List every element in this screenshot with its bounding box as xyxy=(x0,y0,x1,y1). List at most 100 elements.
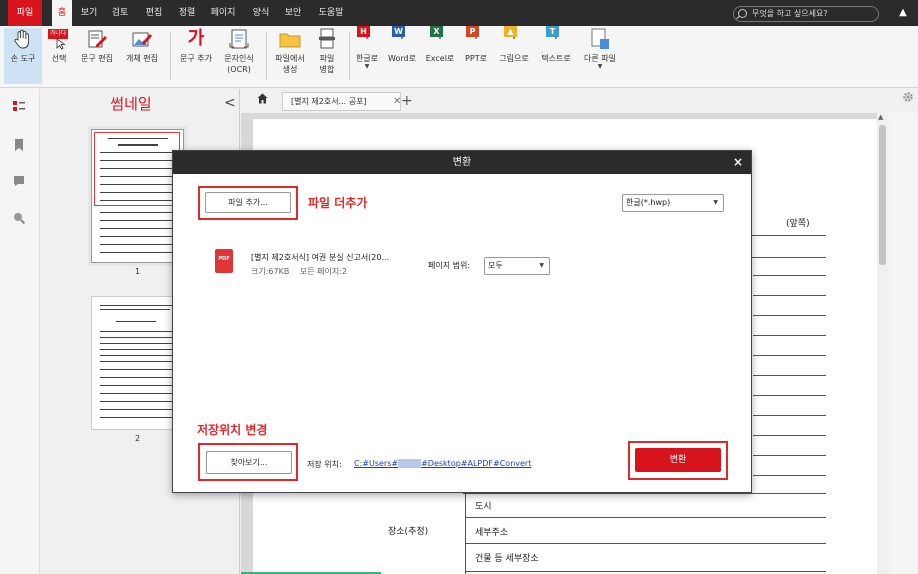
chevron-down-icon: ▼ xyxy=(597,63,603,70)
convert-to-ppt-label: PPT로 xyxy=(465,54,487,63)
add-file-annotation: 파일 더추가 xyxy=(308,196,368,210)
menu-arrange[interactable]: 정렬 xyxy=(175,0,199,26)
save-location-annotation: 저장위치 변경 xyxy=(197,423,268,437)
other-file-icon xyxy=(589,28,611,50)
menu-form[interactable]: 양식 xyxy=(250,0,272,26)
image-icon: ▲ xyxy=(503,26,525,50)
search-placeholder: 무엇을 하고 싶으세요? xyxy=(752,9,828,18)
document-tab[interactable]: [별지 제2호서... 공포] ✕ xyxy=(282,92,401,111)
scroll-up-icon[interactable]: ▲ xyxy=(878,113,883,121)
create-from-file-label-2: 생성 xyxy=(282,65,298,74)
dialog-title: 변환 xyxy=(452,157,472,168)
browse-button[interactable]: 찾아보기... xyxy=(206,451,292,474)
menu-help[interactable]: 도움말 xyxy=(314,0,348,26)
menu-security[interactable]: 보안 xyxy=(282,0,304,26)
convert-to-text-button[interactable]: T 텍스트로 xyxy=(536,26,576,84)
home-icon[interactable] xyxy=(257,93,268,107)
menu-page[interactable]: 페이지 xyxy=(206,0,240,26)
right-side-panel xyxy=(889,113,918,574)
collapse-panel-button[interactable]: < xyxy=(224,95,236,111)
menu-home[interactable]: 홈 xyxy=(52,0,72,26)
create-from-file-button[interactable]: 파일에서 생성 xyxy=(270,28,310,84)
hand-tool-button[interactable]: 손 도구 xyxy=(4,28,42,84)
ribbon-toolbar: 손 도구 가나다 선택 문구 편집 개체 편집 가 문구 추가 문자인식 (OC… xyxy=(0,26,918,88)
search-input[interactable]: 무엇을 하고 싶으세요? xyxy=(733,6,879,22)
convert-to-image-label: 그림으로 xyxy=(499,54,529,63)
search-panel-icon[interactable] xyxy=(13,212,26,225)
ocr-button[interactable]: 문자인식 (OCR) xyxy=(218,28,260,84)
edit-object-icon xyxy=(131,28,153,50)
word-icon: W xyxy=(391,26,413,50)
hand-icon xyxy=(12,28,34,50)
merge-files-button[interactable]: 파일 병합 xyxy=(310,28,344,84)
add-text-button[interactable]: 가 문구 추가 xyxy=(175,28,217,84)
ocr-icon xyxy=(228,28,250,50)
page-range-label: 페이지 범위: xyxy=(428,261,471,270)
page-thumbnail-2[interactable] xyxy=(91,296,184,430)
convert-button[interactable]: 변환 xyxy=(635,448,721,472)
convert-dialog: 변환 × 파일 추가... 파일 더추가 한글(*.hwp) ▼ PDF [별지… xyxy=(172,150,752,493)
bookmark-icon[interactable] xyxy=(13,139,25,151)
ribbon-separator xyxy=(349,32,350,80)
file-size: 크기:67KB xyxy=(251,267,290,276)
create-from-file-label: 파일에서 xyxy=(275,54,305,63)
output-format-value: 한글(*.hwp) xyxy=(626,198,671,207)
hand-tool-label: 손 도구 xyxy=(10,54,36,63)
save-path-link[interactable]: C:#Users# #Desktop#ALPDF#Convert xyxy=(354,459,531,468)
add-text-icon: 가 xyxy=(187,28,205,49)
convert-to-image-button[interactable]: ▲ 그림으로 xyxy=(494,26,534,84)
convert-to-hwp-button[interactable]: H 한글로 ▼ xyxy=(352,26,382,84)
document-tab-bar: [별지 제2호서... 공포] ✕ + xyxy=(241,89,918,113)
convert-to-word-label: Word로 xyxy=(388,54,416,63)
comment-icon[interactable] xyxy=(13,175,25,187)
search-icon xyxy=(738,9,747,18)
folder-icon xyxy=(279,28,301,50)
thumbnails-icon[interactable] xyxy=(13,101,25,113)
redacted-username xyxy=(398,459,422,468)
menu-review[interactable]: 검토 xyxy=(108,0,132,26)
dialog-header: 변환 × xyxy=(173,151,751,174)
doc-place-label: 장소(추정) xyxy=(388,527,429,537)
new-tab-button[interactable]: + xyxy=(401,89,413,113)
add-text-label: 문구 추가 xyxy=(180,54,212,63)
page-range-select[interactable]: 모두 ▼ xyxy=(484,257,550,275)
convert-to-other-label: 다른 파일 xyxy=(584,54,616,63)
excel-icon: X xyxy=(429,26,451,50)
convert-to-other-button[interactable]: 다른 파일 ▼ xyxy=(578,28,622,84)
merge-files-label: 파일 xyxy=(319,54,335,63)
convert-to-excel-button[interactable]: X Excel로 xyxy=(422,26,458,84)
convert-to-ppt-button[interactable]: P PPT로 xyxy=(460,26,492,84)
merge-icon xyxy=(316,28,338,50)
page-side-label: (앞쪽) xyxy=(786,219,810,229)
convert-to-word-button[interactable]: W Word로 xyxy=(385,26,419,84)
edit-object-button[interactable]: 개체 편집 xyxy=(120,28,164,84)
close-icon[interactable]: × xyxy=(733,151,743,174)
chevron-down-icon: ▼ xyxy=(713,199,718,206)
select-button[interactable]: 가나다 선택 xyxy=(44,28,74,84)
ribbon-separator xyxy=(170,32,171,80)
edit-text-button[interactable]: 문구 편집 xyxy=(76,28,118,84)
collapse-ribbon-button[interactable]: ▲ xyxy=(893,0,913,26)
gear-icon[interactable] xyxy=(902,91,914,107)
output-format-select[interactable]: 한글(*.hwp) ▼ xyxy=(622,194,724,212)
text-icon: T xyxy=(545,26,567,50)
vertical-scrollbar[interactable]: ▲ xyxy=(877,113,889,574)
doc-row-address: 세부주소 xyxy=(475,528,509,538)
select-label: 선택 xyxy=(51,54,67,63)
select-text-icon: 가나다 xyxy=(48,28,70,50)
document-tab-title: [별지 제2호서... 공포] xyxy=(291,97,367,106)
add-file-button[interactable]: 파일 추가... xyxy=(205,192,291,213)
thumbnail-panel-title: 썸네일 xyxy=(110,95,152,113)
doc-row-place: 건물 등 세부장소 xyxy=(475,554,539,564)
ppt-icon: P xyxy=(465,26,487,50)
edit-object-label: 개체 편집 xyxy=(126,54,158,63)
scrollbar-thumb[interactable] xyxy=(879,125,886,265)
edit-text-icon xyxy=(86,28,108,50)
menu-edit[interactable]: 편집 xyxy=(142,0,166,26)
convert-to-hwp-label: 한글로 xyxy=(355,54,379,63)
page-thumbnail-1[interactable] xyxy=(91,129,184,263)
page-range-value: 모두 xyxy=(488,261,503,270)
convert-to-text-label: 텍스트로 xyxy=(541,54,571,63)
menu-file[interactable]: 파일 xyxy=(8,0,42,26)
menu-view[interactable]: 보기 xyxy=(78,0,100,26)
